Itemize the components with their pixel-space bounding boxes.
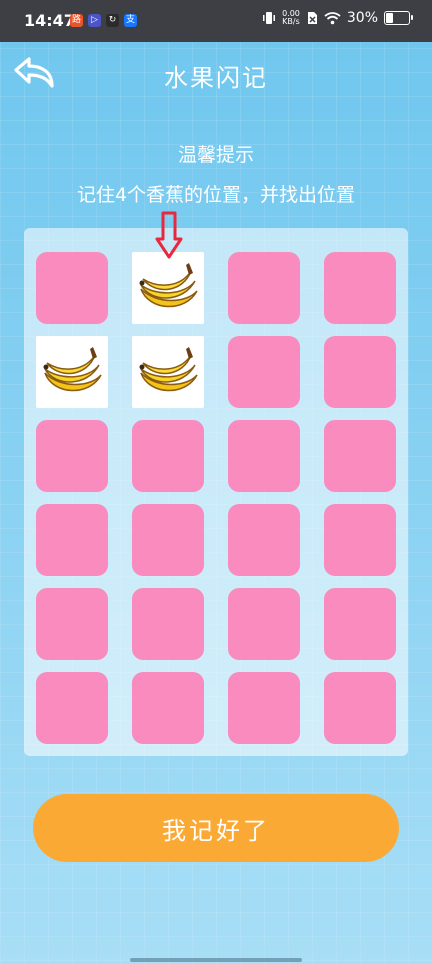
hidden-card[interactable] — [324, 504, 396, 576]
tip-text: 记住4个香蕉的位置，并找出位置 — [76, 184, 356, 206]
battery-percent: 30% — [346, 10, 378, 26]
down-arrow-marker-icon — [155, 211, 183, 259]
status-bar: 14:47 路 ▷ ↻ 支 0.00 KB/s 30% — [0, 0, 432, 42]
hidden-card[interactable] — [132, 588, 204, 660]
hidden-card[interactable] — [228, 336, 300, 408]
hidden-card[interactable] — [324, 588, 396, 660]
app-play-icon: ▷ — [88, 14, 101, 27]
hidden-card[interactable] — [36, 504, 108, 576]
hidden-card[interactable] — [132, 672, 204, 744]
hidden-card[interactable] — [324, 672, 396, 744]
revealed-banana-card[interactable] — [132, 336, 204, 408]
wifi-icon — [324, 12, 341, 25]
tip-title: 温馨提示 — [177, 144, 254, 166]
hidden-card[interactable] — [324, 420, 396, 492]
status-right: 0.00 KB/s 30% — [262, 10, 413, 26]
revealed-banana-card[interactable] — [132, 252, 204, 324]
banana-icon — [139, 347, 198, 392]
hidden-card[interactable] — [36, 420, 108, 492]
hidden-card[interactable] — [36, 672, 108, 744]
page-title: 水果闪记 — [164, 64, 268, 92]
hidden-card[interactable] — [36, 588, 108, 660]
vibrate-icon — [263, 12, 276, 24]
app-loop-icon: ↻ — [106, 14, 119, 27]
hidden-card[interactable] — [228, 504, 300, 576]
battery-icon — [384, 11, 413, 25]
net-speed: 0.00 KB/s — [282, 10, 300, 26]
status-time: 14:47 — [24, 11, 75, 30]
hidden-card[interactable] — [132, 420, 204, 492]
card-grid — [24, 228, 408, 756]
hidden-card[interactable] — [228, 588, 300, 660]
app-red-icon: 路 — [70, 14, 83, 27]
alipay-icon: 支 — [124, 14, 137, 27]
home-indicator[interactable] — [130, 958, 302, 962]
hidden-card[interactable] — [36, 252, 108, 324]
revealed-banana-card[interactable] — [36, 336, 108, 408]
confirm-memorized-button[interactable]: 我记好了 — [33, 794, 399, 862]
hidden-card[interactable] — [228, 252, 300, 324]
banana-icon — [43, 347, 102, 392]
hidden-card[interactable] — [228, 672, 300, 744]
no-sim-icon — [307, 12, 317, 24]
net-speed-unit: KB/s — [282, 17, 300, 26]
hidden-card[interactable] — [324, 336, 396, 408]
notification-icons: 路 ▷ ↻ 支 — [70, 14, 137, 27]
hidden-card[interactable] — [228, 420, 300, 492]
hidden-card[interactable] — [132, 504, 204, 576]
hidden-card[interactable] — [324, 252, 396, 324]
banana-icon — [139, 263, 198, 308]
